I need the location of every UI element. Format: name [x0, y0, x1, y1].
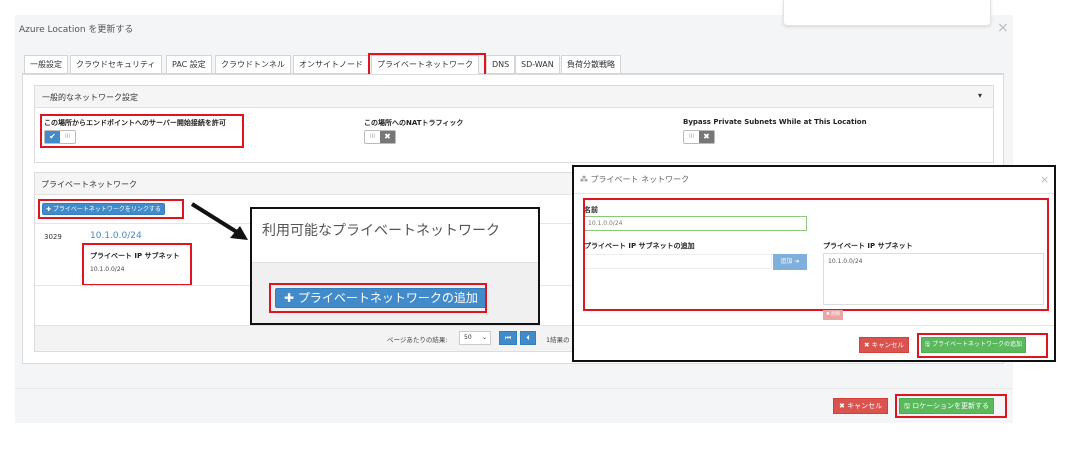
- first-page-icon[interactable]: ⏮: [499, 331, 517, 345]
- modal-title: Azure Location を更新する: [19, 25, 134, 35]
- general-network-title: 一般的なネットワーク設定: [42, 93, 138, 102]
- network-link[interactable]: 10.1.0.0/24: [90, 231, 142, 241]
- network-id: 3029: [44, 233, 62, 241]
- nat-traffic-label: この場所へのNATトラフィック: [364, 119, 464, 127]
- result-count: 1結果の: [546, 336, 570, 344]
- dialog-divider: [574, 193, 1054, 194]
- dialog-close-icon[interactable]: ×: [1040, 173, 1049, 186]
- highlight-subnet: [82, 243, 192, 286]
- notification-popup-edge: [783, 0, 991, 26]
- toggle-handle-icon: III: [688, 133, 695, 140]
- tab-general[interactable]: 一般設定: [24, 55, 68, 73]
- x-icon: ✖: [380, 131, 395, 143]
- highlight-update-location: [895, 394, 1007, 418]
- highlight-link-button: [38, 199, 184, 219]
- nat-traffic-toggle[interactable]: III ✖: [364, 130, 396, 144]
- tab-cloud-security[interactable]: クラウドセキュリティ: [70, 55, 162, 73]
- highlight-server-initiated: [40, 114, 244, 148]
- highlight-dialog-save: [917, 333, 1048, 358]
- delete-subnet-button[interactable]: ✖ 削除: [823, 310, 844, 320]
- general-network-header: [35, 86, 993, 108]
- per-page-select[interactable]: 50 ⌄: [459, 331, 491, 345]
- callout-arrow-icon: [190, 202, 248, 240]
- zoom-title: 利用可能なプライベートネットワーク: [262, 223, 500, 239]
- cancel-button[interactable]: ✖ キャンセル: [833, 398, 889, 414]
- dialog-divider: [574, 325, 1054, 326]
- tab-dns[interactable]: DNS: [486, 55, 516, 73]
- chevron-down-icon: ⌄: [481, 334, 487, 341]
- dialog-title: ⁂ プライベート ネットワーク: [580, 175, 690, 184]
- private-network-title: プライベートネットワーク: [41, 180, 137, 189]
- modal-close-icon[interactable]: ×: [997, 20, 1009, 36]
- toggle-handle-icon: III: [369, 133, 376, 140]
- highlight-zoom-add-button: [269, 283, 487, 313]
- network-icon: ⁂: [580, 175, 588, 184]
- per-page-value: 50: [464, 334, 472, 341]
- x-icon: ✖: [699, 131, 714, 143]
- highlight-dialog-form: [583, 198, 1049, 311]
- tab-onsite-node[interactable]: オンサイトノード: [293, 55, 369, 73]
- bypass-subnets-toggle[interactable]: III ✖: [683, 130, 715, 144]
- tab-sd-wan[interactable]: SD-WAN: [515, 55, 560, 73]
- bypass-subnets-label: Bypass Private Subnets While at This Loc…: [683, 118, 867, 126]
- per-page-label: ページあたりの結果:: [387, 336, 448, 344]
- prev-page-icon[interactable]: ⏴: [520, 331, 536, 345]
- tab-pac-settings[interactable]: PAC 設定: [166, 55, 212, 73]
- collapse-caret-icon[interactable]: ▾: [978, 91, 982, 100]
- tab-cloud-tunnel[interactable]: クラウドトンネル: [215, 55, 291, 73]
- dialog-cancel-button[interactable]: ✖ キャンセル: [859, 337, 910, 353]
- tab-load-balancing[interactable]: 負荷分散戦略: [561, 55, 621, 73]
